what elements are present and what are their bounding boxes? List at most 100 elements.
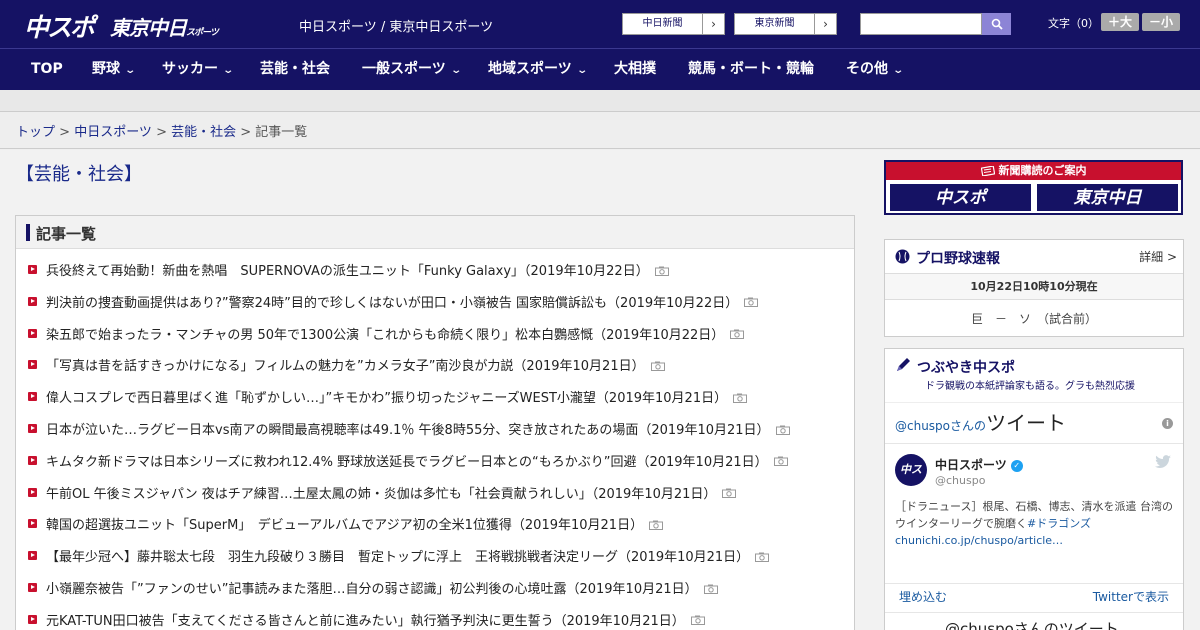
arrow-bullet-icon xyxy=(28,519,37,529)
nav-label: サッカー xyxy=(162,61,218,77)
breadcrumb-chunichi-sports[interactable]: 中日スポーツ xyxy=(74,125,152,140)
page-title: 【芸能・社会】 xyxy=(16,164,142,185)
view-on-twitter-link[interactable]: Twitterで表示 xyxy=(1093,588,1169,605)
subscription-banner[interactable]: 新聞購読のご案内 中スポ 東京中日 xyxy=(884,160,1183,215)
chevron-down-icon: ⌄ xyxy=(222,65,235,76)
article-title: 元KAT-TUN田口被告「支えてくださる皆さんと前に進みたい」執行猶予判決に更生… xyxy=(46,613,685,629)
article-link[interactable]: キムタク新ドラマは日本シリーズに救われ12.4% 野球放送延長でラグビー日本との… xyxy=(46,451,788,470)
article-title: 小嶺麗奈被告「”ファンのせい”記事読みまた落胆…自分の弱さ認識」初公判後の心境吐… xyxy=(46,582,698,597)
article-link[interactable]: 偉人コスプレで西日暮里ばく進「恥ずかしい…」”キモかわ”振り切ったジャニーズWE… xyxy=(46,387,748,406)
nav-sumo[interactable]: 大相撲 xyxy=(614,49,656,91)
avatar[interactable]: 中スポ xyxy=(895,454,927,508)
tokyo-shimbun-button[interactable]: 東京新聞 › xyxy=(734,13,837,35)
arrow-bullet-icon xyxy=(28,455,37,465)
breadcrumb-separator: > xyxy=(55,125,75,140)
tweets-header-big: ツイート xyxy=(986,411,1067,435)
twitter-bird-icon[interactable] xyxy=(1155,455,1171,469)
heading-bar xyxy=(26,224,30,241)
nav-regional-sports[interactable]: 地域スポーツ ⌄ xyxy=(488,49,588,91)
chuspo-logo[interactable]: 中スポ xyxy=(24,8,95,44)
score-timestamp: 10月22日10時10分現在 xyxy=(885,274,1183,300)
nav-label: TOP xyxy=(31,61,63,77)
ad-strip xyxy=(0,90,1200,112)
arrow-bullet-icon xyxy=(28,360,37,370)
breadcrumb-top[interactable]: トップ xyxy=(16,125,55,140)
chevron-right-icon: › xyxy=(823,17,828,31)
tweets-header-handle: @chuspoさんの xyxy=(895,419,987,433)
embed-link[interactable]: 埋め込む xyxy=(899,588,947,605)
article-link[interactable]: 午前OL 午後ミスジャパン 夜はチア練習…土屋太鳳の姉・炎伽は多忙も「社会貢献う… xyxy=(46,483,737,502)
list-item[interactable]: 兵役終えて再始動！新曲を熱唱 SUPERNOVAの派生ユニット「Funky Ga… xyxy=(16,254,854,285)
article-link[interactable]: 【最年少冠へ】藤井聡太七段 羽生九段破り３勝目 暫定トップに浮上 王将戦挑戦者決… xyxy=(46,546,770,565)
next-tweets-header: @chuspoさんのツイート xyxy=(945,620,1119,630)
twitter-embed: @chuspoさんのツイート i 中スポ 中日スポーツ ✓ @chuspo ［ドラ… xyxy=(885,402,1183,630)
nav-soccer[interactable]: サッカー ⌄ xyxy=(162,49,235,91)
article-link[interactable]: 判決前の捜査動画提供はあり?”警察24時”目的で珍しくはないが田口・小嶺被告 国… xyxy=(46,292,759,311)
article-link[interactable]: 元KAT-TUN田口被告「支えてくださる皆さんと前に進みたい」執行猶予判決に更生… xyxy=(46,610,705,629)
chevron-right-icon: › xyxy=(711,17,716,31)
list-item[interactable]: 韓国の超選抜ユニット「SuperM」 デビューアルバムでアジア初の全米1位獲得（… xyxy=(16,508,854,539)
subscribe-chuspo-logo[interactable]: 中スポ xyxy=(889,183,1032,212)
article-link[interactable]: 日本が泣いた…ラグビー日本vs南アの瞬間最高視聴率は49.1％ 午後8時55分、… xyxy=(46,419,790,438)
arrow-bullet-icon xyxy=(28,296,37,306)
camera-icon xyxy=(775,424,790,435)
nav-top[interactable]: TOP xyxy=(31,49,63,91)
nav-racing[interactable]: 競馬・ボート・競輪 xyxy=(688,49,814,91)
tweet-handle[interactable]: @chuspo xyxy=(935,474,985,487)
tweet-text: ［ドラニュース］根尾、石橋、博志、清水を派遣 台湾のウインターリーグで腕磨く#ド… xyxy=(895,498,1175,549)
score-game[interactable]: 巨 － ソ （試合前） xyxy=(885,310,1183,327)
article-link[interactable]: 韓国の超選抜ユニット「SuperM」 デビューアルバムでアジア初の全米1位獲得（… xyxy=(46,514,664,533)
newspaper-icon xyxy=(980,165,995,177)
subscription-heading-text: 新聞購読のご案内 xyxy=(998,164,1087,177)
nav-label: 一般スポーツ xyxy=(362,61,446,77)
camera-icon xyxy=(722,487,737,499)
list-item[interactable]: 小嶺麗奈被告「”ファンのせい”記事読みまた落胆…自分の弱さ認識」初公判後の心境吐… xyxy=(16,572,854,603)
article-link[interactable]: 「写真は昔を話すきっかけになる」フィルムの魅力を”カメラ女子”南沙良が力説（20… xyxy=(46,355,665,374)
list-item[interactable]: 染五郎で始まったラ・マンチャの男 50年で1300公演「これからも命続く限り」松… xyxy=(16,318,854,349)
nav-entertainment[interactable]: 芸能・社会 xyxy=(260,49,330,91)
article-link[interactable]: 染五郎で始まったラ・マンチャの男 50年で1300公演「これからも命続く限り」松… xyxy=(46,324,745,343)
list-item[interactable]: キムタク新ドラマは日本シリーズに救われ12.4% 野球放送延長でラグビー日本との… xyxy=(16,445,854,476)
tokyo-chunichi-logo[interactable]: 東京中日スポーツ xyxy=(110,12,219,41)
score-detail-link[interactable]: 詳細 > xyxy=(1139,248,1177,265)
breadcrumb-current: 記事一覧 xyxy=(255,125,308,140)
nav-label: 競馬・ボート・競輪 xyxy=(688,61,814,77)
chevron-down-icon: ⌄ xyxy=(576,65,588,76)
breadcrumb-separator: > xyxy=(236,125,256,140)
tweet-link[interactable]: chunichi.co.jp/chuspo/article… xyxy=(895,534,1063,547)
breadcrumb-entertainment[interactable]: 芸能・社会 xyxy=(171,125,236,140)
article-list-header: 記事一覧 xyxy=(16,216,854,249)
camera-icon xyxy=(649,519,664,530)
list-item[interactable]: 元KAT-TUN田口被告「支えてくださる皆さんと前に進みたい」執行猶予判決に更生… xyxy=(16,604,854,630)
subscribe-tokyo-chunichi-logo[interactable]: 東京中日 xyxy=(1036,183,1179,212)
list-item[interactable]: 偉人コスプレで西日暮里ばく進「恥ずかしい…」”キモかわ”振り切ったジャニーズWE… xyxy=(16,381,854,412)
search-button[interactable] xyxy=(982,13,1011,35)
nav-general-sports[interactable]: 一般スポーツ ⌄ xyxy=(362,49,462,91)
pen-icon xyxy=(897,358,910,371)
list-item[interactable]: 判決前の捜査動画提供はあり?”警察24時”目的で珍しくはないが田口・小嶺被告 国… xyxy=(16,286,854,317)
list-item[interactable]: 午前OL 午後ミスジャパン 夜はチア練習…土屋太鳳の姉・炎伽は多忙も「社会貢献う… xyxy=(16,477,854,508)
list-item[interactable]: 日本が泣いた…ラグビー日本vs南アの瞬間最高視聴率は49.1％ 午後8時55分、… xyxy=(16,413,854,444)
article-title: 兵役終えて再始動！新曲を熱唱 SUPERNOVAの派生ユニット「Funky Ga… xyxy=(46,264,649,279)
nav-baseball[interactable]: 野球 ⌄ xyxy=(92,49,136,91)
tweet-hashtag[interactable]: #ドラゴンズ xyxy=(1027,517,1091,530)
list-item[interactable]: 「写真は昔を話すきっかけになる」フィルムの魅力を”カメラ女子”南沙良が力説（20… xyxy=(16,349,854,380)
font-smaller-button[interactable]: －小 xyxy=(1142,13,1180,31)
chunichi-shimbun-button[interactable]: 中日新聞 › xyxy=(622,13,725,35)
font-larger-button[interactable]: ＋大 xyxy=(1101,13,1139,31)
tokyo-logo-small: スポーツ xyxy=(186,28,219,38)
arrow-bullet-icon xyxy=(28,328,37,338)
breadcrumb: トップ > 中日スポーツ > 芸能・社会 > 記事一覧 xyxy=(16,121,307,140)
info-icon[interactable]: i xyxy=(1162,418,1173,429)
article-link[interactable]: 兵役終えて再始動！新曲を熱唱 SUPERNOVAの派生ユニット「Funky Ga… xyxy=(46,260,669,279)
score-title: プロ野球速報 xyxy=(916,251,1000,267)
tweet-author[interactable]: 中日スポーツ ✓ xyxy=(935,456,1023,473)
nav-other[interactable]: その他 ⌄ xyxy=(846,49,904,91)
divider xyxy=(885,583,1183,584)
article-link[interactable]: 小嶺麗奈被告「”ファンのせい”記事読みまた落胆…自分の弱さ認識」初公判後の心境吐… xyxy=(46,578,718,597)
score-header: プロ野球速報 詳細 > xyxy=(885,240,1183,274)
list-item[interactable]: 【最年少冠へ】藤井聡太七段 羽生九段破り３勝目 暫定トップに浮上 王将戦挑戦者決… xyxy=(16,540,854,571)
tweets-header[interactable]: @chuspoさんのツイート xyxy=(895,407,1066,436)
main-nav: TOP 野球 ⌄ サッカー ⌄ 芸能・社会 一般スポーツ ⌄ 地域スポーツ ⌄ 大相撲 … xyxy=(0,48,1200,90)
search-input[interactable] xyxy=(860,13,982,35)
